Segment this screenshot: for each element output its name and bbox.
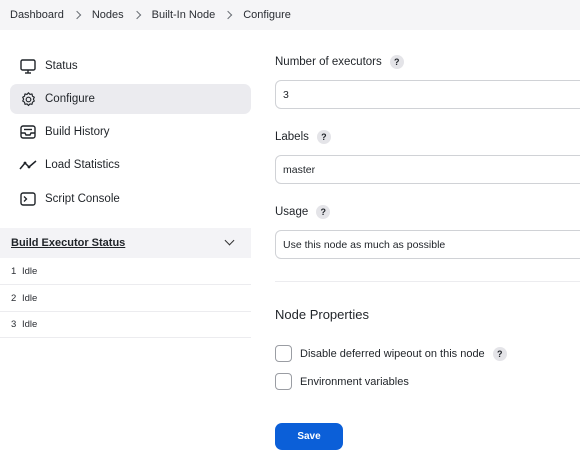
sidebar-item-label: Configure xyxy=(45,93,95,105)
labels-label-text: Labels xyxy=(275,131,309,143)
section-divider xyxy=(275,281,580,282)
disable-deferred-wipeout-checkbox[interactable] xyxy=(275,345,292,362)
sidebar-item-build-history[interactable]: Build History xyxy=(10,117,251,147)
help-icon[interactable]: ? xyxy=(389,55,404,69)
chevron-right-icon xyxy=(223,10,233,20)
sidebar-item-script-console[interactable]: Script Console xyxy=(10,184,251,214)
usage-field-label: Usage ? xyxy=(275,205,331,219)
disable-deferred-wipeout-row: Disable deferred wipeout on this node ? xyxy=(275,345,507,362)
disable-deferred-wipeout-label[interactable]: Disable deferred wipeout on this node xyxy=(300,348,485,360)
executor-number: 3 xyxy=(11,318,17,330)
executors-value: 3 xyxy=(283,88,289,101)
breadcrumb-configure[interactable]: Configure xyxy=(243,9,291,21)
breadcrumb-built-in-node[interactable]: Built-In Node xyxy=(152,9,216,21)
sidebar-item-status[interactable]: Status xyxy=(10,51,251,81)
build-executor-status-link[interactable]: Build Executor Status xyxy=(11,237,125,249)
breadcrumb: Dashboard Nodes Built-In Node Configure xyxy=(0,0,580,30)
breadcrumb-dashboard[interactable]: Dashboard xyxy=(10,9,64,21)
gear-icon xyxy=(18,89,38,109)
sidebar-item-label: Script Console xyxy=(45,193,120,205)
build-executor-status-header[interactable]: Build Executor Status xyxy=(0,228,251,258)
usage-select[interactable]: Use this node as much as possible xyxy=(275,230,580,259)
labels-input[interactable]: master xyxy=(275,155,580,184)
executor-row: 2 Idle xyxy=(0,285,251,312)
executor-number: 1 xyxy=(11,265,17,277)
node-properties-heading: Node Properties xyxy=(275,307,369,322)
environment-variables-checkbox[interactable] xyxy=(275,373,292,390)
trend-icon xyxy=(18,155,38,175)
sidebar-item-configure[interactable]: Configure xyxy=(10,84,251,114)
chevron-right-icon xyxy=(72,10,82,20)
executor-row: 1 Idle xyxy=(0,258,251,285)
terminal-icon xyxy=(18,189,38,209)
help-icon[interactable]: ? xyxy=(316,130,331,144)
monitor-icon xyxy=(18,56,38,76)
executor-status: Idle xyxy=(22,292,38,304)
executor-status: Idle xyxy=(22,265,38,277)
environment-variables-row: Environment variables xyxy=(275,373,409,390)
environment-variables-label[interactable]: Environment variables xyxy=(300,376,409,388)
sidebar-item-load-statistics[interactable]: Load Statistics xyxy=(10,150,251,180)
executors-field-label: Number of executors ? xyxy=(275,55,404,69)
usage-label-text: Usage xyxy=(275,206,309,218)
executors-label-text: Number of executors xyxy=(275,56,382,68)
labels-value: master xyxy=(283,163,316,176)
help-icon[interactable]: ? xyxy=(492,346,507,361)
inbox-icon xyxy=(18,122,38,142)
executor-number: 2 xyxy=(11,292,17,304)
chevron-right-icon xyxy=(132,10,141,20)
executor-status: Idle xyxy=(22,318,38,330)
sidebar-item-label: Status xyxy=(45,60,78,72)
help-icon[interactable]: ? xyxy=(316,205,331,219)
save-button[interactable]: Save xyxy=(275,423,343,450)
sidebar-item-label: Build History xyxy=(45,126,110,138)
executors-input[interactable]: 3 xyxy=(275,80,580,109)
chevron-down-icon[interactable] xyxy=(224,235,235,246)
executor-row: 3 Idle xyxy=(0,311,251,338)
usage-value: Use this node as much as possible xyxy=(283,238,446,251)
labels-field-label: Labels ? xyxy=(275,130,331,144)
breadcrumb-nodes[interactable]: Nodes xyxy=(92,9,124,21)
sidebar-item-label: Load Statistics xyxy=(45,159,120,171)
